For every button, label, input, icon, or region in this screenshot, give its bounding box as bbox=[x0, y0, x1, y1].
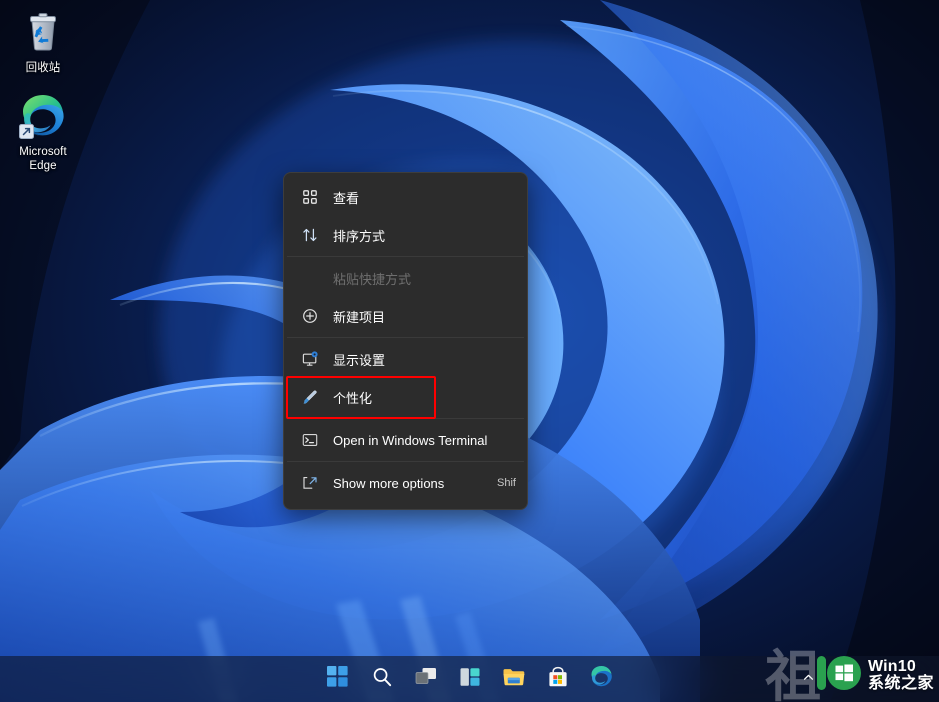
expand-box-icon bbox=[301, 474, 319, 492]
desktop-icon-microsoft-edge[interactable]: Microsoft Edge bbox=[0, 92, 86, 173]
menu-item-label: 个性化 bbox=[333, 390, 373, 406]
taskbar-button-search[interactable] bbox=[366, 663, 398, 695]
taskbar: 祖 bbox=[0, 650, 939, 702]
desktop-icon-label: 回收站 bbox=[25, 62, 61, 74]
taskbar-button-task-view[interactable] bbox=[410, 663, 442, 695]
tray-show-hidden-icons[interactable] bbox=[798, 665, 819, 693]
desktop-icon-label-line2: Edge bbox=[29, 160, 57, 172]
windows-logo-icon bbox=[327, 666, 348, 692]
desktop-icon-label-line1: Microsoft bbox=[19, 146, 67, 158]
grid-icon bbox=[301, 188, 319, 206]
desktop-icon-label: Microsoft Edge bbox=[19, 145, 67, 173]
chevron-up-icon bbox=[802, 671, 815, 687]
recycle-bin-icon bbox=[19, 8, 67, 56]
desktop-context-menu[interactable]: 查看 排序方式 粘贴快捷方式 新建项目 显示设置 个性化 Open in Win… bbox=[283, 172, 528, 510]
menu-item-new-item[interactable]: 新建项目 bbox=[289, 298, 522, 334]
folder-icon bbox=[502, 666, 526, 693]
menu-item-sort-by[interactable]: 排序方式 bbox=[289, 217, 522, 253]
menu-item-label: 显示设置 bbox=[333, 352, 386, 368]
paintbrush-icon bbox=[301, 388, 319, 406]
menu-item-accelerator: Shif bbox=[497, 477, 516, 489]
menu-item-label: Show more options bbox=[333, 475, 445, 491]
taskbar-system-tray bbox=[798, 656, 933, 702]
menu-separator bbox=[287, 461, 524, 462]
menu-item-label: 粘贴快捷方式 bbox=[333, 271, 412, 287]
menu-item-paste-shortcut: 粘贴快捷方式 bbox=[289, 260, 522, 296]
microsoft-edge-icon bbox=[19, 92, 67, 140]
desktop-screen: 回收站 Microsoft Edge 查看 排序方式 粘贴快捷方式 新建项目 显… bbox=[0, 0, 939, 702]
edge-icon bbox=[590, 665, 613, 693]
menu-separator bbox=[287, 337, 524, 338]
store-bag-icon bbox=[547, 666, 569, 693]
menu-item-label: 排序方式 bbox=[333, 228, 386, 244]
menu-item-label: 新建项目 bbox=[333, 309, 386, 325]
menu-separator bbox=[287, 418, 524, 419]
menu-separator bbox=[287, 256, 524, 257]
taskbar-button-widgets[interactable] bbox=[454, 663, 486, 695]
menu-item-view[interactable]: 查看 bbox=[289, 179, 522, 215]
menu-item-display-settings[interactable]: 显示设置 bbox=[289, 341, 522, 377]
menu-item-personalize[interactable]: 个性化 bbox=[289, 379, 522, 415]
plus-circle-icon bbox=[301, 307, 319, 325]
task-view-icon bbox=[414, 666, 438, 693]
menu-item-label: 查看 bbox=[333, 190, 360, 206]
taskbar-button-microsoft-store[interactable] bbox=[542, 663, 574, 695]
monitor-icon bbox=[301, 350, 319, 368]
sort-arrows-icon bbox=[301, 226, 319, 244]
taskbar-button-start[interactable] bbox=[322, 663, 354, 695]
menu-item-label: Open in Windows Terminal bbox=[333, 432, 488, 448]
menu-item-open-in-windows-terminal[interactable]: Open in Windows Terminal bbox=[289, 422, 522, 458]
taskbar-button-file-explorer[interactable] bbox=[498, 663, 530, 695]
menu-item-show-more-options[interactable]: Show more options Shif bbox=[289, 465, 522, 501]
search-icon bbox=[371, 666, 393, 693]
widgets-icon bbox=[459, 666, 481, 693]
terminal-icon bbox=[301, 431, 319, 449]
taskbar-button-edge[interactable] bbox=[586, 663, 618, 695]
desktop-icon-recycle-bin[interactable]: 回收站 bbox=[0, 8, 86, 75]
